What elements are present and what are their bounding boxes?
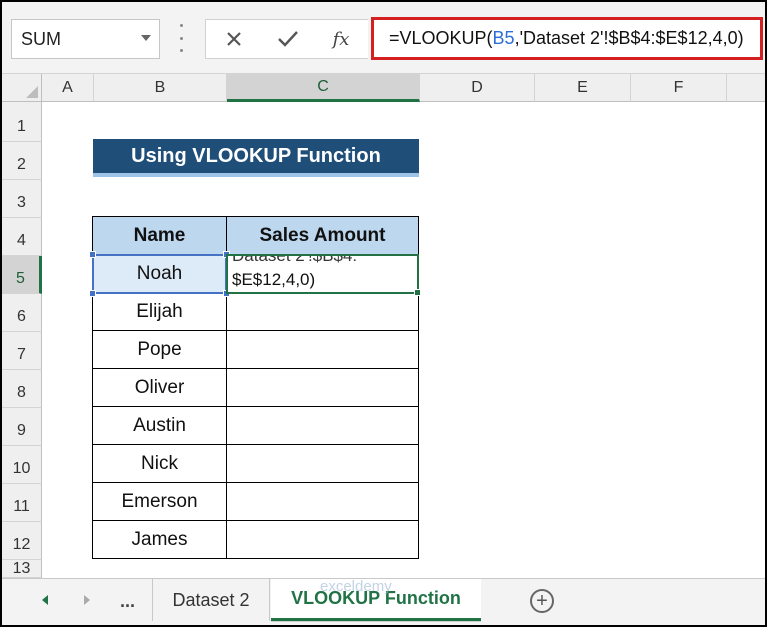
- row-header-12[interactable]: 12: [2, 522, 42, 560]
- reference-highlight-b5: [89, 251, 230, 297]
- formula-prefix: =VLOOKUP(: [389, 28, 493, 48]
- close-icon[interactable]: [214, 20, 254, 58]
- select-all-corner[interactable]: [2, 74, 42, 102]
- row-header-8[interactable]: 8: [2, 370, 42, 408]
- cell-name[interactable]: James: [92, 520, 227, 559]
- formula-reference: B5: [492, 28, 515, 48]
- table-row: James: [92, 520, 419, 559]
- formula-bar-row: SUM fx =VLOOKUP(B5 ,'Dataset 2'!$B$4:$E$1…: [2, 2, 765, 74]
- check-icon[interactable]: [268, 20, 308, 58]
- header-name[interactable]: Name: [92, 216, 227, 255]
- formula-buttons: fx: [205, 19, 368, 59]
- spreadsheet-window: SUM fx =VLOOKUP(B5 ,'Dataset 2'!$B$4:$E$1…: [0, 0, 767, 627]
- cell-sales-amount[interactable]: [226, 368, 419, 407]
- cell-name[interactable]: Oliver: [92, 368, 227, 407]
- row-header-7[interactable]: 7: [2, 332, 42, 370]
- cell-name[interactable]: Austin: [92, 406, 227, 445]
- table-row: Emerson: [92, 482, 419, 521]
- fx-label: fx: [332, 28, 350, 50]
- watermark: exceldemy: [320, 578, 392, 595]
- row-header-6[interactable]: 6: [2, 294, 42, 332]
- fill-handle[interactable]: [414, 289, 421, 296]
- row-header-13[interactable]: 13: [2, 560, 42, 578]
- cell-name[interactable]: Elijah: [92, 292, 227, 331]
- scroll-right-icon[interactable]: [82, 593, 92, 609]
- row-header-4[interactable]: 4: [2, 218, 42, 256]
- column-header-d[interactable]: D: [420, 74, 535, 102]
- sheet-title: Using VLOOKUP Function: [93, 139, 419, 177]
- drag-handle-icon[interactable]: [179, 24, 183, 52]
- column-header-e[interactable]: E: [535, 74, 631, 102]
- cell-sales-amount[interactable]: [226, 330, 419, 369]
- more-sheets-button[interactable]: ...: [120, 591, 135, 612]
- table-row: Austin: [92, 406, 419, 445]
- formula-input[interactable]: =VLOOKUP(B5 ,'Dataset 2'!$B$4:$E$12,4,0): [371, 17, 763, 60]
- insert-function-icon[interactable]: fx: [321, 20, 361, 58]
- resize-handle[interactable]: [89, 290, 96, 297]
- row-header-10[interactable]: 10: [2, 446, 42, 484]
- edit-text-overflow: Dataset 2'!$B$4:: [232, 254, 358, 265]
- resize-handle[interactable]: [89, 251, 96, 258]
- cell-sales-amount[interactable]: [226, 482, 419, 521]
- active-cell-c5[interactable]: Dataset 2'!$B$4: $E$12,4,0): [226, 254, 419, 294]
- cell-name[interactable]: Pope: [92, 330, 227, 369]
- edit-text: $E$12,4,0): [232, 270, 316, 289]
- name-box[interactable]: SUM: [11, 19, 160, 59]
- row-header-11[interactable]: 11: [2, 484, 42, 522]
- cell-sales-amount[interactable]: [226, 520, 419, 559]
- cell-sales-amount[interactable]: [226, 444, 419, 483]
- row-header-2[interactable]: 2: [2, 142, 42, 180]
- name-box-value: SUM: [21, 28, 61, 49]
- cell-name[interactable]: Nick: [92, 444, 227, 483]
- column-header-c[interactable]: C: [227, 74, 420, 102]
- table-row: Oliver: [92, 368, 419, 407]
- header-sales-amount[interactable]: Sales Amount: [226, 216, 419, 255]
- table-header-row: Name Sales Amount: [92, 216, 419, 255]
- column-header-g[interactable]: [727, 74, 765, 102]
- scroll-left-icon[interactable]: [40, 593, 50, 609]
- cell-name[interactable]: Emerson: [92, 482, 227, 521]
- formula-suffix: ,'Dataset 2'!$B$4:$E$12,4,0): [514, 28, 744, 48]
- row-header-1[interactable]: 1: [2, 102, 42, 142]
- row-header-9[interactable]: 9: [2, 408, 42, 446]
- add-sheet-icon[interactable]: +: [530, 589, 554, 613]
- table-row: Elijah: [92, 292, 419, 331]
- column-header-f[interactable]: F: [631, 74, 727, 102]
- column-header-a[interactable]: A: [42, 74, 94, 102]
- cell-sales-amount[interactable]: [226, 406, 419, 445]
- cell-sales-amount[interactable]: [226, 292, 419, 331]
- table-row: Nick: [92, 444, 419, 483]
- chevron-down-icon[interactable]: [141, 35, 151, 41]
- row-header-5[interactable]: 5: [2, 256, 42, 294]
- row-header-3[interactable]: 3: [2, 180, 42, 218]
- tab-dataset-2[interactable]: Dataset 2: [152, 579, 270, 621]
- table-row: Pope: [92, 330, 419, 369]
- column-header-b[interactable]: B: [94, 74, 227, 102]
